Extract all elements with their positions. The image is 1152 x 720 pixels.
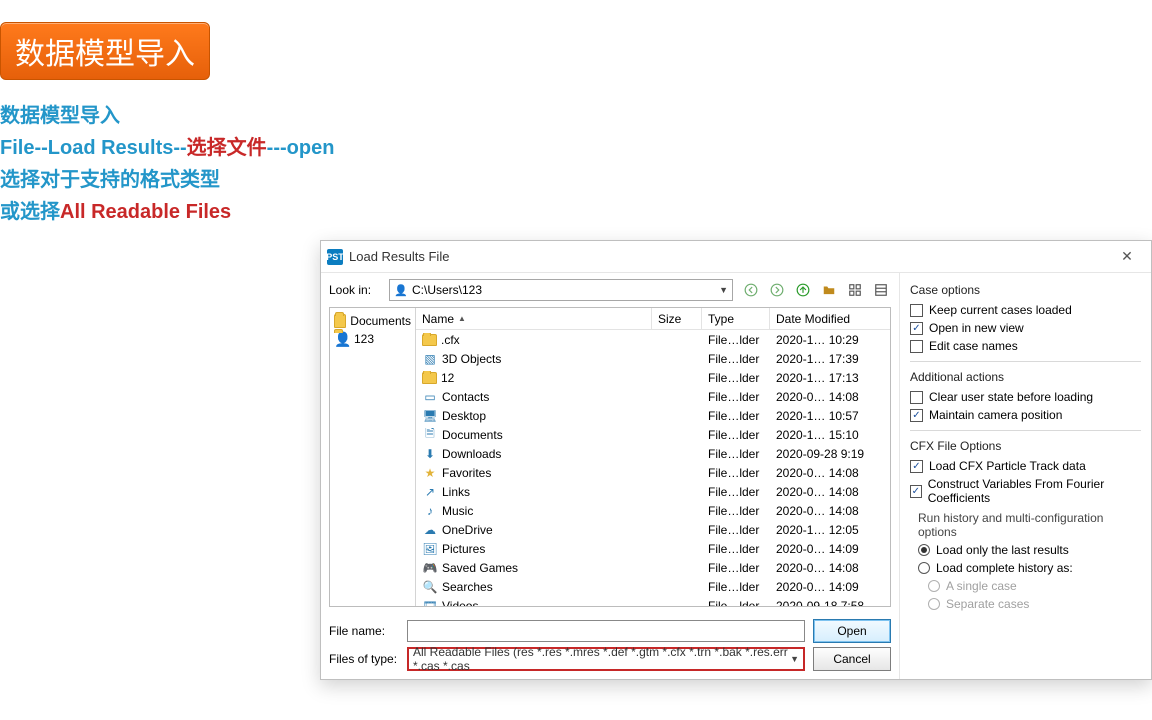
- edit-case-names-checkbox[interactable]: Edit case names: [910, 339, 1141, 353]
- list-item[interactable]: ♪MusicFile…lder2020-0… 14:08: [416, 501, 890, 520]
- list-item[interactable]: ⬇DownloadsFile…lder2020-09-28 9:19: [416, 444, 890, 463]
- new-folder-icon[interactable]: [819, 280, 839, 300]
- list-item[interactable]: .cfxFile…lder2020-1… 10:29: [416, 330, 890, 349]
- file-list: .cfxFile…lder2020-1… 10:29▧3D ObjectsFil…: [416, 330, 890, 606]
- filetype-label: Files of type:: [329, 652, 399, 666]
- column-headers: Name▲ Size Type Date Modified: [416, 308, 890, 330]
- look-in-combo[interactable]: 👤 C:\Users\123 ▼: [389, 279, 733, 301]
- intro-line-4: 或选择All Readable Files: [0, 196, 334, 228]
- clear-user-state-checkbox[interactable]: Clear user state before loading: [910, 390, 1141, 404]
- sort-asc-icon: ▲: [458, 314, 466, 323]
- complete-history-radio[interactable]: Load complete history as:: [918, 561, 1141, 575]
- list-item[interactable]: 🖼PicturesFile…lder2020-0… 14:09: [416, 539, 890, 558]
- place-item[interactable]: Documents: [332, 312, 413, 330]
- toolbar-icons: [741, 280, 891, 300]
- additional-actions-title: Additional actions: [910, 370, 1141, 384]
- user-icon: 👤: [394, 283, 408, 297]
- view-grid-icon[interactable]: [845, 280, 865, 300]
- chevron-down-icon: ▼: [790, 654, 799, 664]
- list-item[interactable]: ↗LinksFile…lder2020-0… 14:08: [416, 482, 890, 501]
- intro-text: 数据模型导入 File--Load Results--选择文件---open 选…: [0, 100, 334, 228]
- app-icon: PST: [327, 249, 343, 265]
- list-item[interactable]: ★FavoritesFile…lder2020-0… 14:08: [416, 463, 890, 482]
- single-case-radio: A single case: [928, 579, 1141, 593]
- filetype-combo[interactable]: All Readable Files (res *.res *.mres *.d…: [407, 647, 805, 671]
- up-icon[interactable]: [793, 280, 813, 300]
- places-panel: Documents👤123: [330, 308, 416, 606]
- chevron-down-icon: ▼: [719, 285, 728, 295]
- file-browser: Documents👤123 Name▲ Size Type Date Modif…: [329, 307, 891, 607]
- title-badge: 数据模型导入: [0, 22, 210, 80]
- titlebar: PST Load Results File ✕: [321, 241, 1151, 273]
- col-size[interactable]: Size: [652, 308, 702, 329]
- last-results-radio[interactable]: Load only the last results: [918, 543, 1141, 557]
- open-new-view-checkbox[interactable]: Open in new view: [910, 321, 1141, 335]
- open-button[interactable]: Open: [813, 619, 891, 643]
- col-name[interactable]: Name▲: [416, 308, 652, 329]
- separate-cases-radio: Separate cases: [928, 597, 1141, 611]
- look-in-path: C:\Users\123: [412, 283, 482, 297]
- cancel-button[interactable]: Cancel: [813, 647, 891, 671]
- dialog-title: Load Results File: [349, 249, 449, 264]
- load-particle-checkbox[interactable]: Load CFX Particle Track data: [910, 459, 1141, 473]
- load-results-dialog: PST Load Results File ✕ Look in: 👤 C:\Us…: [320, 240, 1152, 680]
- col-type[interactable]: Type: [702, 308, 770, 329]
- list-item[interactable]: 🎞VideosFile…lder2020-09-18 7:58: [416, 596, 890, 606]
- filetype-value: All Readable Files (res *.res *.mres *.d…: [413, 645, 799, 673]
- construct-fourier-checkbox[interactable]: Construct Variables From Fourier Coeffic…: [910, 477, 1141, 505]
- options-panel: Case options Keep current cases loaded O…: [899, 273, 1151, 679]
- run-history-title: Run history and multi-configuration opti…: [918, 511, 1141, 539]
- col-date[interactable]: Date Modified: [770, 308, 890, 329]
- forward-icon[interactable]: [767, 280, 787, 300]
- cfx-options-title: CFX File Options: [910, 439, 1141, 453]
- close-button[interactable]: ✕: [1109, 245, 1145, 269]
- look-in-label: Look in:: [329, 283, 381, 297]
- list-item[interactable]: ▧3D ObjectsFile…lder2020-1… 17:39: [416, 349, 890, 368]
- list-item[interactable]: ☁OneDriveFile…lder2020-1… 12:05: [416, 520, 890, 539]
- list-item[interactable]: 12File…lder2020-1… 17:13: [416, 368, 890, 387]
- maintain-camera-checkbox[interactable]: Maintain camera position: [910, 408, 1141, 422]
- filename-label: File name:: [329, 624, 399, 638]
- list-item[interactable]: 🎮Saved GamesFile…lder2020-0… 14:08: [416, 558, 890, 577]
- keep-current-checkbox[interactable]: Keep current cases loaded: [910, 303, 1141, 317]
- case-options-title: Case options: [910, 283, 1141, 297]
- filename-input[interactable]: [407, 620, 805, 642]
- list-item[interactable]: 🗎DocumentsFile…lder2020-1… 15:10: [416, 425, 890, 444]
- intro-line-1: 数据模型导入: [0, 100, 334, 132]
- list-item[interactable]: ▭ContactsFile…lder2020-0… 14:08: [416, 387, 890, 406]
- place-item[interactable]: 👤123: [332, 330, 413, 348]
- list-item[interactable]: 🔍SearchesFile…lder2020-0… 14:09: [416, 577, 890, 596]
- list-item[interactable]: 🖥DesktopFile…lder2020-1… 10:57: [416, 406, 890, 425]
- intro-line-2: File--Load Results--选择文件---open: [0, 132, 334, 164]
- back-icon[interactable]: [741, 280, 761, 300]
- view-list-icon[interactable]: [871, 280, 891, 300]
- intro-line-3: 选择对于支持的格式类型: [0, 164, 334, 196]
